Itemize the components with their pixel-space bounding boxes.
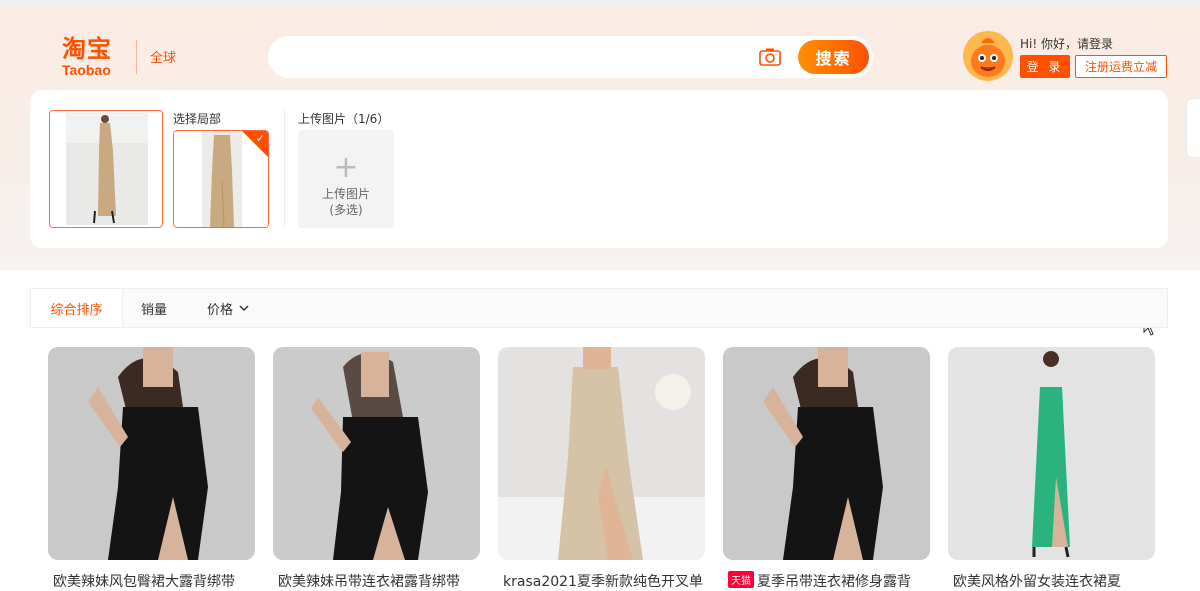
plus-icon: + bbox=[333, 150, 359, 185]
sort-sales[interactable]: 销量 bbox=[141, 289, 167, 327]
product-card[interactable]: 欧美辣妹风包臀裙大露背绑带 bbox=[48, 347, 255, 590]
image-search-panel: 选择局部 ✓ 上传图片（1/6） + 上传图片 (多选) bbox=[30, 90, 1168, 336]
upload-count-label: 上传图片（1/6） bbox=[298, 112, 390, 126]
sort-price-label: 价格 bbox=[207, 302, 234, 318]
product-title[interactable]: krasa2021夏季新款纯色开叉单 bbox=[503, 571, 708, 591]
product-card[interactable]: 天猫 夏季吊带连衣裙修身露背 bbox=[723, 347, 930, 590]
product-grid: 欧美辣妹风包臀裙大露背绑带 欧美辣妹吊带连衣裙露背绑带 krasa2021夏季新… bbox=[0, 347, 1200, 590]
logo-cn: 淘宝 bbox=[62, 35, 112, 63]
logo-divider bbox=[136, 40, 137, 74]
avatar[interactable] bbox=[963, 31, 1013, 81]
search-input[interactable] bbox=[288, 36, 758, 78]
logo-en: Taobao bbox=[62, 62, 111, 78]
mascot-icon bbox=[963, 31, 1013, 81]
search-bar: 搜索 bbox=[268, 36, 873, 78]
dress-photo bbox=[50, 111, 162, 227]
search-button[interactable]: 搜索 bbox=[798, 40, 869, 74]
panel-divider bbox=[284, 110, 285, 228]
uploaded-image-thumb[interactable] bbox=[49, 110, 163, 228]
product-card[interactable]: 欧美风格外留女装连衣裙夏 bbox=[948, 347, 1155, 590]
product-title[interactable]: 欧美辣妹吊带连衣裙露背绑带 bbox=[278, 571, 483, 591]
product-image[interactable] bbox=[723, 347, 930, 560]
region-label[interactable]: 全球 bbox=[150, 47, 176, 66]
login-button[interactable]: 登 录 bbox=[1020, 55, 1070, 78]
product-title[interactable]: 欧美辣妹风包臀裙大露背绑带 bbox=[53, 571, 258, 591]
product-image[interactable] bbox=[498, 347, 705, 560]
beige-dress-photo bbox=[498, 347, 705, 560]
register-button[interactable]: 注册运费立减 bbox=[1075, 55, 1167, 78]
upload-image-button[interactable]: + 上传图片 (多选) bbox=[298, 130, 394, 228]
black-dress-photo bbox=[273, 347, 480, 560]
product-title-text: 夏季吊带连衣裙修身露背 bbox=[757, 574, 911, 590]
camera-icon[interactable] bbox=[758, 47, 782, 67]
sort-bar: 综合排序 销量 价格 bbox=[30, 288, 1168, 328]
product-card[interactable]: krasa2021夏季新款纯色开叉单 bbox=[498, 347, 705, 590]
side-tab[interactable] bbox=[1186, 98, 1200, 158]
sort-price[interactable]: 价格 bbox=[207, 289, 249, 327]
green-dress-photo bbox=[948, 347, 1155, 560]
greeting-text: Hi! 你好，请登录 bbox=[1020, 37, 1113, 51]
top-strip bbox=[0, 0, 1200, 8]
chevron-down-icon bbox=[239, 305, 249, 312]
selected-region-thumb[interactable]: ✓ bbox=[173, 130, 269, 228]
product-card[interactable]: 欧美辣妹吊带连衣裙露背绑带 bbox=[273, 347, 480, 590]
sort-comprehensive[interactable]: 综合排序 bbox=[31, 289, 123, 327]
product-image[interactable] bbox=[273, 347, 480, 560]
black-dress-photo bbox=[48, 347, 255, 560]
product-title[interactable]: 天猫 夏季吊带连衣裙修身露背 bbox=[728, 571, 933, 591]
upload-text-line2: (多选) bbox=[329, 203, 363, 217]
upload-text-line1: 上传图片 bbox=[321, 187, 370, 201]
product-image[interactable] bbox=[48, 347, 255, 560]
product-title[interactable]: 欧美风格外留女装连衣裙夏 bbox=[953, 571, 1158, 591]
taobao-logo[interactable]: 淘宝 Taobao bbox=[62, 36, 130, 80]
dress-crop-photo bbox=[174, 131, 268, 227]
tmall-badge: 天猫 bbox=[728, 571, 754, 588]
product-image[interactable] bbox=[948, 347, 1155, 560]
black-dress-photo bbox=[723, 347, 930, 560]
select-region-label: 选择局部 bbox=[173, 112, 222, 126]
